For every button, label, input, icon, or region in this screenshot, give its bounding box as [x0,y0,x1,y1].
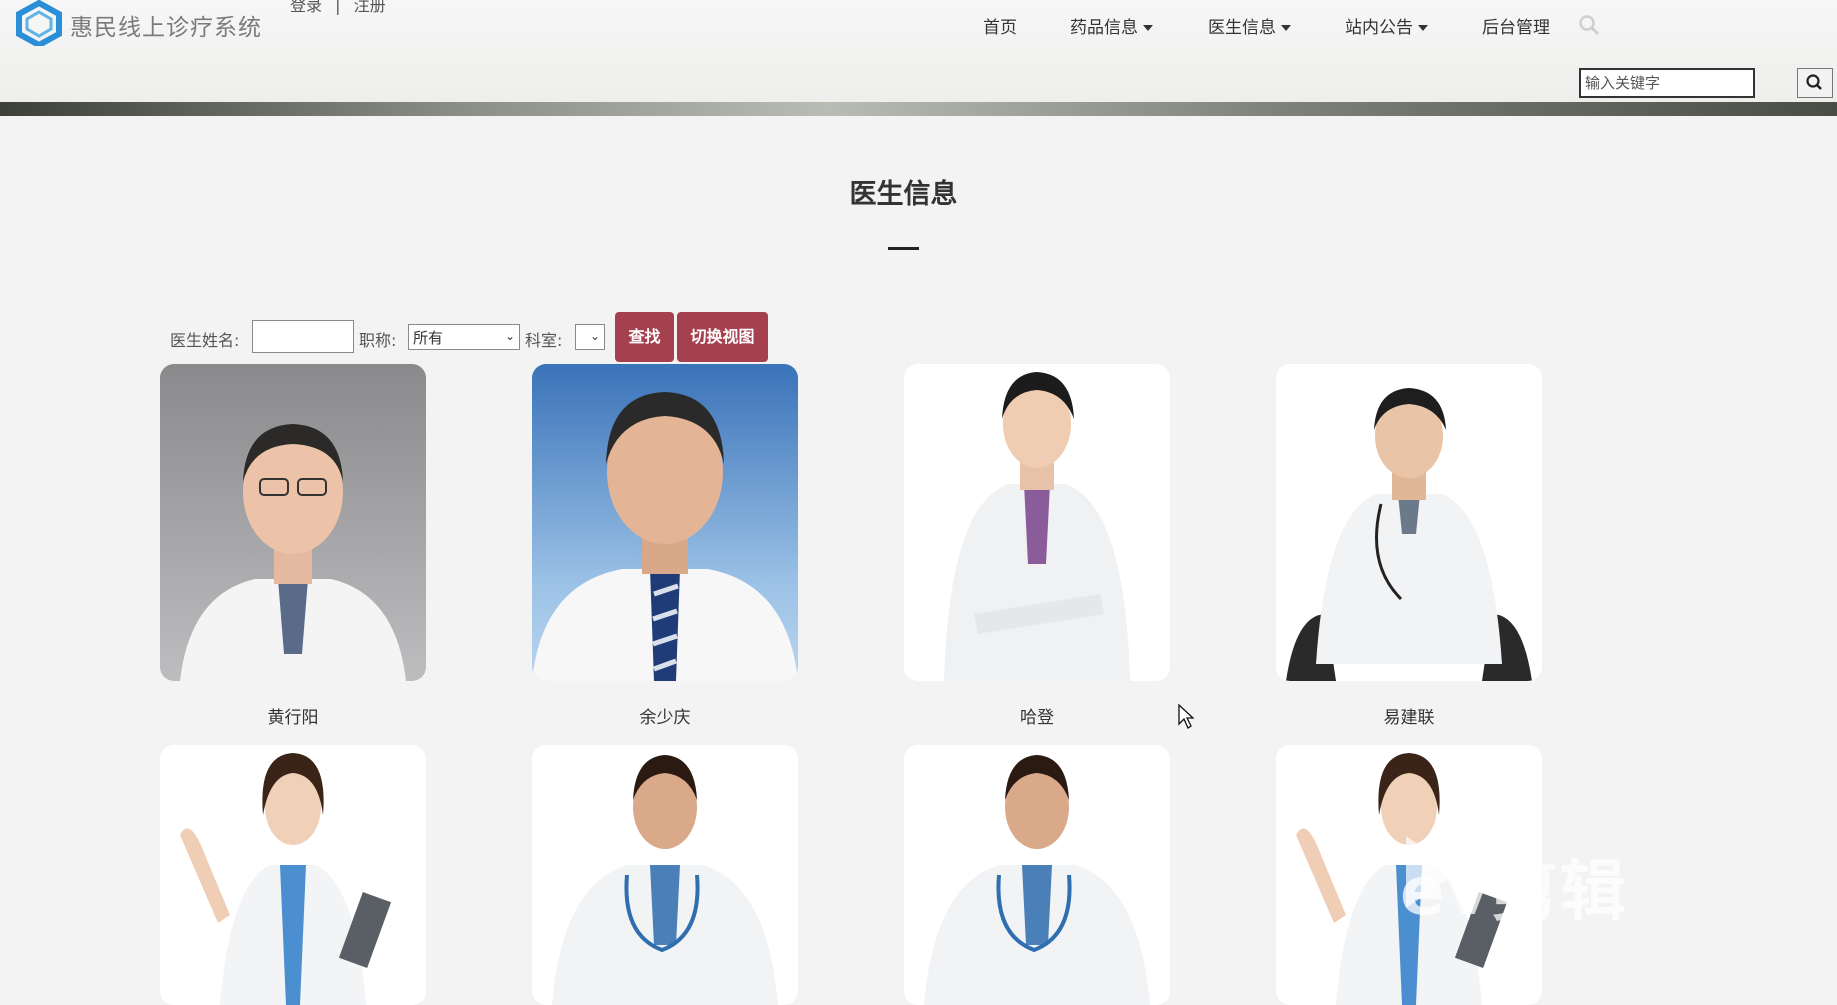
nav-label: 医生信息 [1208,18,1276,38]
caret-down-icon [1418,25,1428,31]
doctor-photo[interactable] [532,745,798,1005]
doctor-name-label: 医生姓名: [170,331,240,350]
job-title-select[interactable]: 所有 ⌄ [408,324,520,350]
nav-item-admin[interactable]: 后台管理 [1482,13,1550,38]
doctor-portrait-image [1286,388,1532,681]
doctor-portrait-image [180,753,392,1005]
site-title: 惠民线上诊疗系统 [70,15,262,41]
doctor-name-input[interactable] [252,320,354,353]
auth-links: 登录 | 注册 [286,0,390,16]
nav-label: 后台管理 [1482,18,1550,38]
nav-item-medicine[interactable]: 药品信息 [1070,13,1153,38]
doctor-photo[interactable] [532,364,798,681]
nav-item-doctors[interactable]: 医生信息 [1208,13,1291,38]
doctor-photo[interactable] [1276,364,1542,681]
nav-label: 站内公告 [1345,18,1413,38]
keyword-search-input[interactable] [1579,68,1755,98]
doctor-portrait-image [532,392,798,681]
doctor-portrait-image [552,755,778,1005]
nav-label: 药品信息 [1070,18,1138,38]
watermark-text: ev剪辑 [1400,853,1628,930]
doctor-photo[interactable] [904,364,1170,681]
nav-label: 首页 [983,18,1017,38]
doctor-photo[interactable] [160,364,426,681]
search-icon [1806,74,1822,90]
search-doctor-button[interactable]: 查找 [615,312,674,362]
doctor-name[interactable]: 余少庆 [532,703,798,728]
site-header: 惠民线上诊疗系统 登录 | 注册 首页 药品信息 医生信息 站内公告 后台管理 [0,0,1837,102]
search-button[interactable] [1797,68,1833,98]
title-divider [888,247,919,250]
switch-view-button[interactable]: 切换视图 [677,312,768,362]
caret-down-icon [1281,25,1291,31]
chevron-down-icon: ⌄ [589,329,600,343]
doctor-name[interactable]: 黄行阳 [160,703,426,728]
login-link[interactable]: 登录 [290,0,322,15]
doctor-name[interactable]: 易建联 [1276,703,1542,728]
register-link[interactable]: 注册 [354,0,386,15]
doctor-portrait-image [180,424,406,681]
logo-icon[interactable] [12,0,66,46]
banner-strip [0,102,1837,116]
job-title-label: 职称: [359,331,397,350]
department-select[interactable]: ⌄ [575,324,605,350]
auth-separator: | [335,0,341,15]
mouse-cursor-icon [1178,704,1194,729]
page-title: 医生信息 [849,179,958,210]
chevron-down-icon: ⌄ [504,329,515,343]
search-icon[interactable] [1578,14,1600,36]
job-title-value: 所有 [413,329,444,347]
doctor-portrait-image [924,755,1150,1005]
caret-down-icon [1143,25,1153,31]
doctor-photo[interactable] [160,745,426,1005]
doctor-portrait-image [944,372,1130,681]
nav-item-announcements[interactable]: 站内公告 [1345,13,1428,38]
doctor-photo[interactable] [904,745,1170,1005]
doctor-name[interactable]: 哈登 [904,703,1170,728]
nav-item-home[interactable]: 首页 [983,13,1017,38]
department-label: 科室: [525,331,563,350]
